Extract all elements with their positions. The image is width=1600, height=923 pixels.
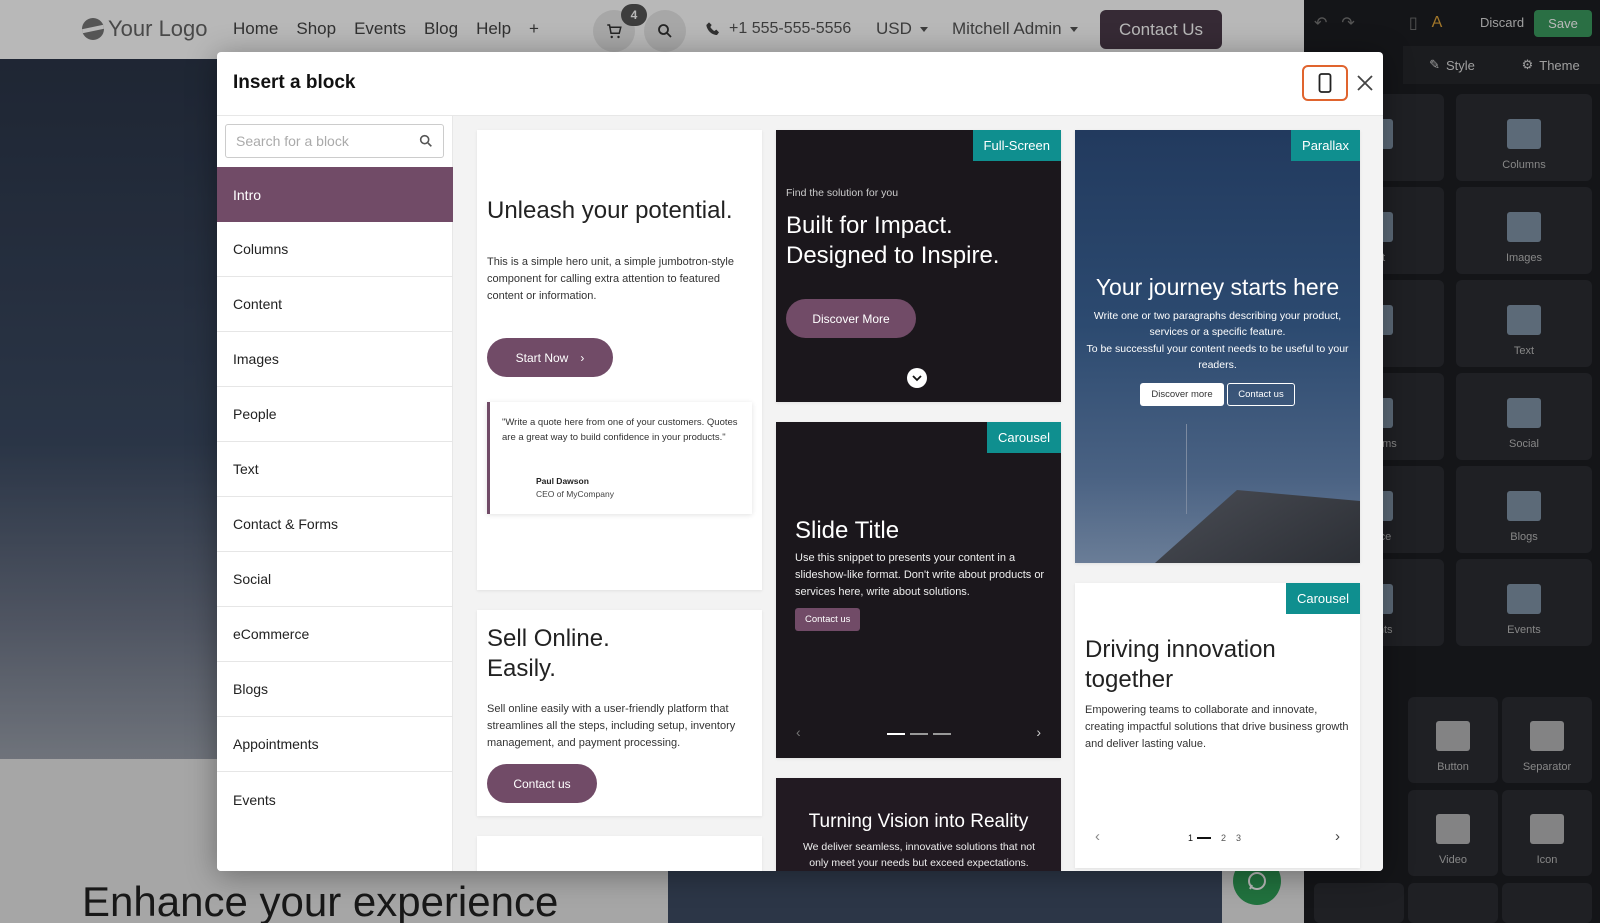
pager-1: 1 [1188, 833, 1194, 843]
vision-title: Turning Vision into Reality [808, 811, 1029, 832]
fullscreen-kicker: Find the solution for you [786, 187, 899, 199]
slide-title: Slide Title [795, 517, 900, 544]
pager-3: 3 [1236, 833, 1242, 843]
dialog-header: Insert a block [217, 52, 1383, 116]
fullscreen-badge: Full-Screen [972, 130, 1061, 161]
parallax-body: Write one or two paragraphs describing y… [1085, 308, 1350, 373]
parallax-contact-button: Contact us [1227, 383, 1295, 406]
mobile-icon [1318, 73, 1332, 93]
block-category-sidebar: Intro Columns Content Images People Text… [217, 116, 453, 871]
category-contact-forms[interactable]: Contact & Forms [217, 497, 453, 552]
block-preview-fullscreen[interactable]: Full-Screen Find the solution for you Bu… [776, 130, 1061, 402]
mobile-view-toggle[interactable] [1302, 65, 1348, 101]
innovation-body: Empowering teams to collaborate and inno… [1085, 704, 1349, 751]
block-search [225, 124, 444, 158]
parallax-body-1: Write one or two paragraphs describing y… [1093, 310, 1342, 339]
block-preview-carousel-innovation[interactable]: Carousel Driving innovation together Emp… [1075, 583, 1360, 868]
close-icon [1357, 75, 1373, 91]
pager-2: 2 [1221, 833, 1227, 843]
chevron-right-icon: › [580, 350, 585, 365]
start-now-button: Start Now › [487, 338, 613, 377]
block-preview-grid: Unleash your potential. This is a simple… [453, 116, 1383, 871]
insert-block-dialog: Insert a block Intro Columns Content Ima… [217, 52, 1383, 871]
block-preview-sell-online[interactable]: Sell Online. Easily. Sell online easily … [477, 610, 762, 816]
quote-text: "Write a quote here from one of your cus… [502, 417, 738, 443]
dialog-title: Insert a block [233, 72, 356, 93]
chevron-right-icon: › [1335, 828, 1340, 845]
fullscreen-title: Built for Impact. Designed to Inspire. [786, 212, 1000, 269]
category-social[interactable]: Social [217, 552, 453, 607]
parallax-discover-button: Discover more [1140, 383, 1224, 406]
block-preview-hero[interactable]: Unleash your potential. This is a simple… [477, 130, 762, 590]
block-preview-partial[interactable] [477, 836, 762, 871]
block-preview-carousel-slide[interactable]: Carousel Slide Title Use this snippet to… [776, 422, 1061, 758]
parallax-title: Your journey starts here [1095, 274, 1340, 300]
innovation-title: Driving innovation together [1085, 636, 1276, 693]
carousel-pager: 1 2 3 [1188, 833, 1241, 843]
category-blogs[interactable]: Blogs [217, 662, 453, 717]
carousel-badge: Carousel [986, 422, 1061, 453]
close-dialog-button[interactable] [1352, 70, 1378, 96]
block-search-input[interactable] [226, 125, 416, 157]
chevron-left-icon: ‹ [796, 724, 801, 740]
block-preview-parallax[interactable]: Parallax Your journey starts here Write … [1075, 130, 1360, 563]
sell-title-line1: Sell Online. [487, 625, 610, 652]
category-people[interactable]: People [217, 387, 453, 442]
vision-body: We deliver seamless, innovative solution… [802, 841, 1036, 869]
parallax-body-2: To be successful your content needs to b… [1086, 342, 1349, 371]
slide-contact-button: Contact us [795, 608, 861, 631]
block-preview-vision[interactable]: Turning Vision into Reality We deliver s… [776, 778, 1061, 871]
sell-contact-button: Contact us [487, 764, 597, 803]
category-content[interactable]: Content [217, 277, 453, 332]
hero-body: This is a simple hero unit, a simple jum… [487, 256, 734, 303]
quote-author-role: CEO of MyCompany [536, 489, 614, 499]
category-ecommerce[interactable]: eCommerce [217, 607, 453, 662]
carousel-indicators [887, 733, 951, 735]
start-now-label: Start Now [515, 350, 569, 365]
hero-title: Unleash your potential. [487, 197, 733, 224]
quote-author: Paul Dawson [536, 476, 589, 486]
carousel-badge: Carousel [1285, 583, 1360, 614]
testimonial-quote: "Write a quote here from one of your cus… [487, 402, 752, 514]
discover-more-button: Discover More [786, 299, 916, 338]
slide-body: Use this snippet to presents your conten… [795, 552, 1045, 599]
chevron-left-icon: ‹ [1095, 828, 1100, 845]
category-images[interactable]: Images [217, 332, 453, 387]
chevron-right-icon: › [1036, 724, 1041, 740]
category-text[interactable]: Text [217, 442, 453, 497]
pager-active-line [1197, 837, 1212, 839]
sell-body: Sell online easily with a user-friendly … [487, 703, 736, 750]
category-columns[interactable]: Columns [217, 222, 453, 277]
scroll-down-icon [907, 368, 927, 388]
sell-title: Sell Online. Easily. [487, 624, 747, 684]
category-intro[interactable]: Intro [217, 167, 453, 222]
search-icon [419, 134, 432, 147]
category-appointments[interactable]: Appointments [217, 717, 453, 772]
antenna-decoration [1186, 424, 1187, 514]
sell-title-line2: Easily. [487, 655, 556, 682]
category-events[interactable]: Events [217, 772, 453, 827]
parallax-badge: Parallax [1291, 130, 1360, 161]
